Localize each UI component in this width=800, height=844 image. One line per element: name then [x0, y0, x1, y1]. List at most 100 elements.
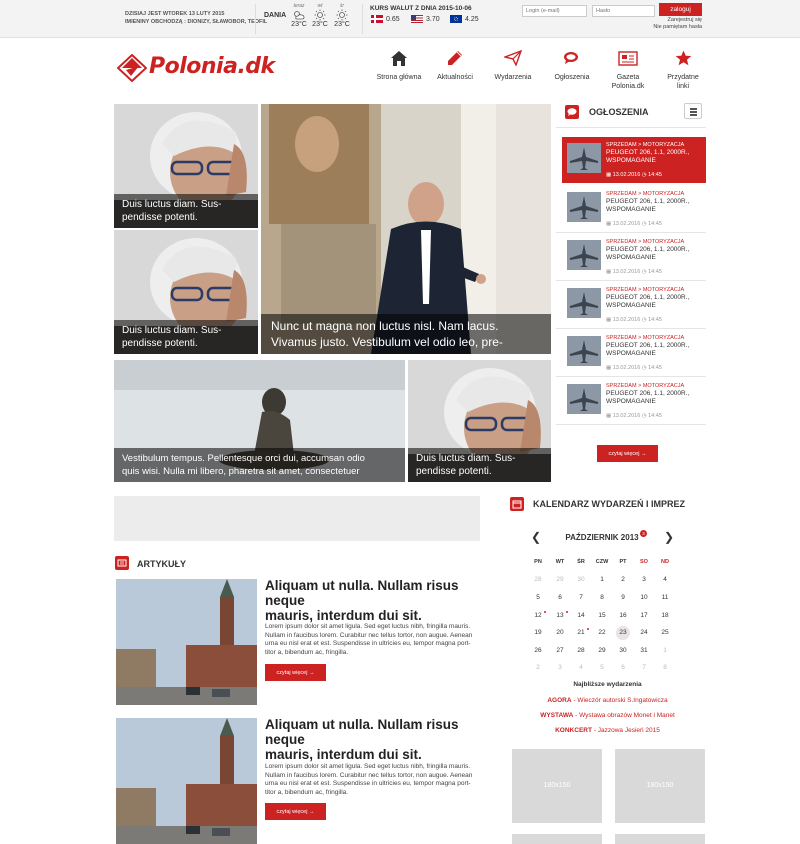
top-bar: DZISIAJ JEST WTOREK 13 LUTY 2015 IMIENIN…	[0, 0, 800, 38]
calendar-day[interactable]: 8	[655, 661, 675, 675]
chat-bubble-icon	[565, 105, 579, 119]
calendar-day[interactable]: 4	[571, 661, 591, 675]
ad-item[interactable]: SPRZEDAM > MOTORYZACJA PEUGEOT 206, 1.1,…	[562, 234, 706, 280]
login-email-input[interactable]	[522, 5, 587, 17]
calendar-day[interactable]: 27	[550, 644, 570, 658]
calendar-day[interactable]: 31	[634, 644, 654, 658]
logo-text: Polonia.dk	[149, 54, 275, 79]
event-text: - Wystawa obrazów Monet i Manet	[573, 712, 675, 719]
nav-home[interactable]: Strona główna	[369, 48, 429, 82]
menu-icon[interactable]	[684, 103, 702, 119]
calendar-day[interactable]: 4	[655, 573, 675, 587]
ad-time: 14:45	[648, 365, 662, 371]
ad-category: SPRZEDAM > MOTORYZACJA	[606, 335, 685, 341]
hero-caption: Duis luctus diam. Sus- pendisse potenti.	[114, 194, 258, 228]
chevron-left-icon[interactable]: ❮	[531, 530, 541, 544]
calendar-day[interactable]: 6	[613, 661, 633, 675]
article-image[interactable]	[116, 579, 257, 705]
city-hall-image	[116, 579, 257, 705]
calendar-day[interactable]: 23	[616, 626, 630, 640]
ad-meta: ▦ 13.02.2016 ◷ 14:45	[606, 317, 662, 323]
calendar-day[interactable]: 18	[655, 609, 675, 623]
calendar-day[interactable]: 19	[528, 626, 548, 640]
calendar-day[interactable]: 30	[571, 573, 591, 587]
ads-more-button[interactable]: czytaj więcej →	[597, 445, 658, 462]
logo-mark-icon	[117, 54, 147, 82]
home-icon	[369, 48, 429, 68]
divider	[255, 4, 256, 34]
calendar-day[interactable]: 2	[528, 661, 548, 675]
ad-title: PEUGEOT 206, 1.1, 2000R., WSPOMAGANIE	[606, 390, 690, 405]
event-item[interactable]: WYSTAWA - Wystawa obrazów Monet i Manet	[510, 712, 705, 719]
calendar-day[interactable]: 30	[613, 644, 633, 658]
divider	[556, 232, 706, 233]
nav-news[interactable]: Aktualności	[425, 48, 485, 82]
ad-time: 14:45	[648, 172, 662, 178]
nav-newspaper[interactable]: Gazeta Polonia.dk	[598, 48, 658, 91]
event-item[interactable]: AGORA - Wieczór autorski S.Ingatowicza	[510, 697, 705, 704]
site-logo[interactable]: Polonia.dk	[117, 52, 277, 84]
hero-tile[interactable]: Duis luctus diam. Sus- pendisse potenti.	[114, 230, 258, 354]
calendar-day[interactable]: 5	[592, 661, 612, 675]
calendar-day[interactable]: 20	[550, 626, 570, 640]
ad-placeholder: 180x150	[615, 749, 705, 823]
calendar-day[interactable]: 10	[634, 591, 654, 605]
article-more-button[interactable]: czytaj więcej →	[265, 664, 326, 681]
article-more-button[interactable]: czytaj więcej →	[265, 803, 326, 820]
chevron-right-icon[interactable]: ❯	[664, 530, 674, 544]
ad-category: SPRZEDAM > MOTORYZACJA	[606, 287, 685, 293]
calendar-day[interactable]: 9	[613, 591, 633, 605]
ad-item[interactable]: SPRZEDAM > MOTORYZACJA PEUGEOT 206, 1.1,…	[562, 378, 706, 424]
ad-item[interactable]: SPRZEDAM > MOTORYZACJA PEUGEOT 206, 1.1,…	[562, 330, 706, 376]
calendar-day[interactable]: 3	[550, 661, 570, 675]
login-button[interactable]: zaloguj	[659, 3, 702, 16]
calendar-day[interactable]: 28	[528, 573, 548, 587]
calendar-day[interactable]: 17	[634, 609, 654, 623]
calendar-day[interactable]: 16	[613, 609, 633, 623]
calendar-day[interactable]: 6	[550, 591, 570, 605]
fx-value: 0.65	[386, 15, 400, 23]
ad-item[interactable]: SPRZEDAM > MOTORYZACJA PEUGEOT 206, 1.1,…	[562, 282, 706, 328]
calendar-day[interactable]: 11	[655, 591, 675, 605]
divider	[556, 280, 706, 281]
ad-time: 14:45	[648, 413, 662, 419]
ad-time: 14:45	[648, 269, 662, 275]
password-input[interactable]	[592, 5, 655, 17]
calendar-day[interactable]: 7	[571, 591, 591, 605]
hero-tile[interactable]: Duis luctus diam. Sus- pendisse potenti.	[408, 360, 551, 482]
calendar-day[interactable]: 25	[655, 626, 675, 640]
calendar-day[interactable]: 5	[528, 591, 548, 605]
forgot-password-link[interactable]: Nie pamiętam hasła	[653, 24, 702, 31]
hero-tile[interactable]: Duis luctus diam. Sus- pendisse potenti.	[114, 104, 258, 228]
calendar-day[interactable]: 29	[592, 644, 612, 658]
weekday-label: ND	[661, 559, 669, 565]
ad-item[interactable]: SPRZEDAM > MOTORYZACJA PEUGEOT 206, 1.1,…	[562, 137, 706, 183]
calendar-day[interactable]: 8	[592, 591, 612, 605]
hero-tile-featured[interactable]: Nunc ut magna non luctus nisl. Nam lacus…	[261, 104, 551, 354]
ad-item[interactable]: SPRZEDAM > MOTORYZACJA PEUGEOT 206, 1.1,…	[562, 186, 706, 232]
nav-events[interactable]: Wydarzenia	[483, 48, 543, 82]
calendar-day[interactable]: 1	[655, 644, 675, 658]
ad-date: 13.02.2016	[612, 269, 641, 275]
hero-tile[interactable]: Vestibulum tempus. Pellentesque orci dui…	[114, 360, 405, 482]
article-image[interactable]	[116, 718, 257, 844]
calendar-day[interactable]: 26	[528, 644, 548, 658]
calendar-day[interactable]: 2	[613, 573, 633, 587]
register-link[interactable]: Zarejestruj się	[653, 17, 702, 24]
calendar-day[interactable]: 22	[592, 626, 612, 640]
event-item[interactable]: KONKCERT - Jazzowa Jesień 2015	[510, 727, 705, 734]
nav-ads[interactable]: Ogłoszenia	[542, 48, 602, 82]
calendar-day[interactable]: 28	[571, 644, 591, 658]
calendar-day[interactable]: 14	[571, 609, 591, 623]
nav-links[interactable]: Przydatne linki	[653, 48, 713, 91]
weekday-label: SO	[640, 559, 648, 565]
calendar-day[interactable]: 24	[634, 626, 654, 640]
calendar-day[interactable]: 7	[634, 661, 654, 675]
calendar-day[interactable]: 3	[634, 573, 654, 587]
calendar-day[interactable]: 1	[592, 573, 612, 587]
calendar-day[interactable]: 29	[550, 573, 570, 587]
calendar-day[interactable]: 15	[592, 609, 612, 623]
ad-title: PEUGEOT 206, 1.1, 2000R., WSPOMAGANIE	[606, 342, 690, 357]
article-title[interactable]: Aliquam ut nulla. Nullam risus neque mau…	[265, 717, 495, 762]
article-title[interactable]: Aliquam ut nulla. Nullam risus neque mau…	[265, 578, 495, 623]
